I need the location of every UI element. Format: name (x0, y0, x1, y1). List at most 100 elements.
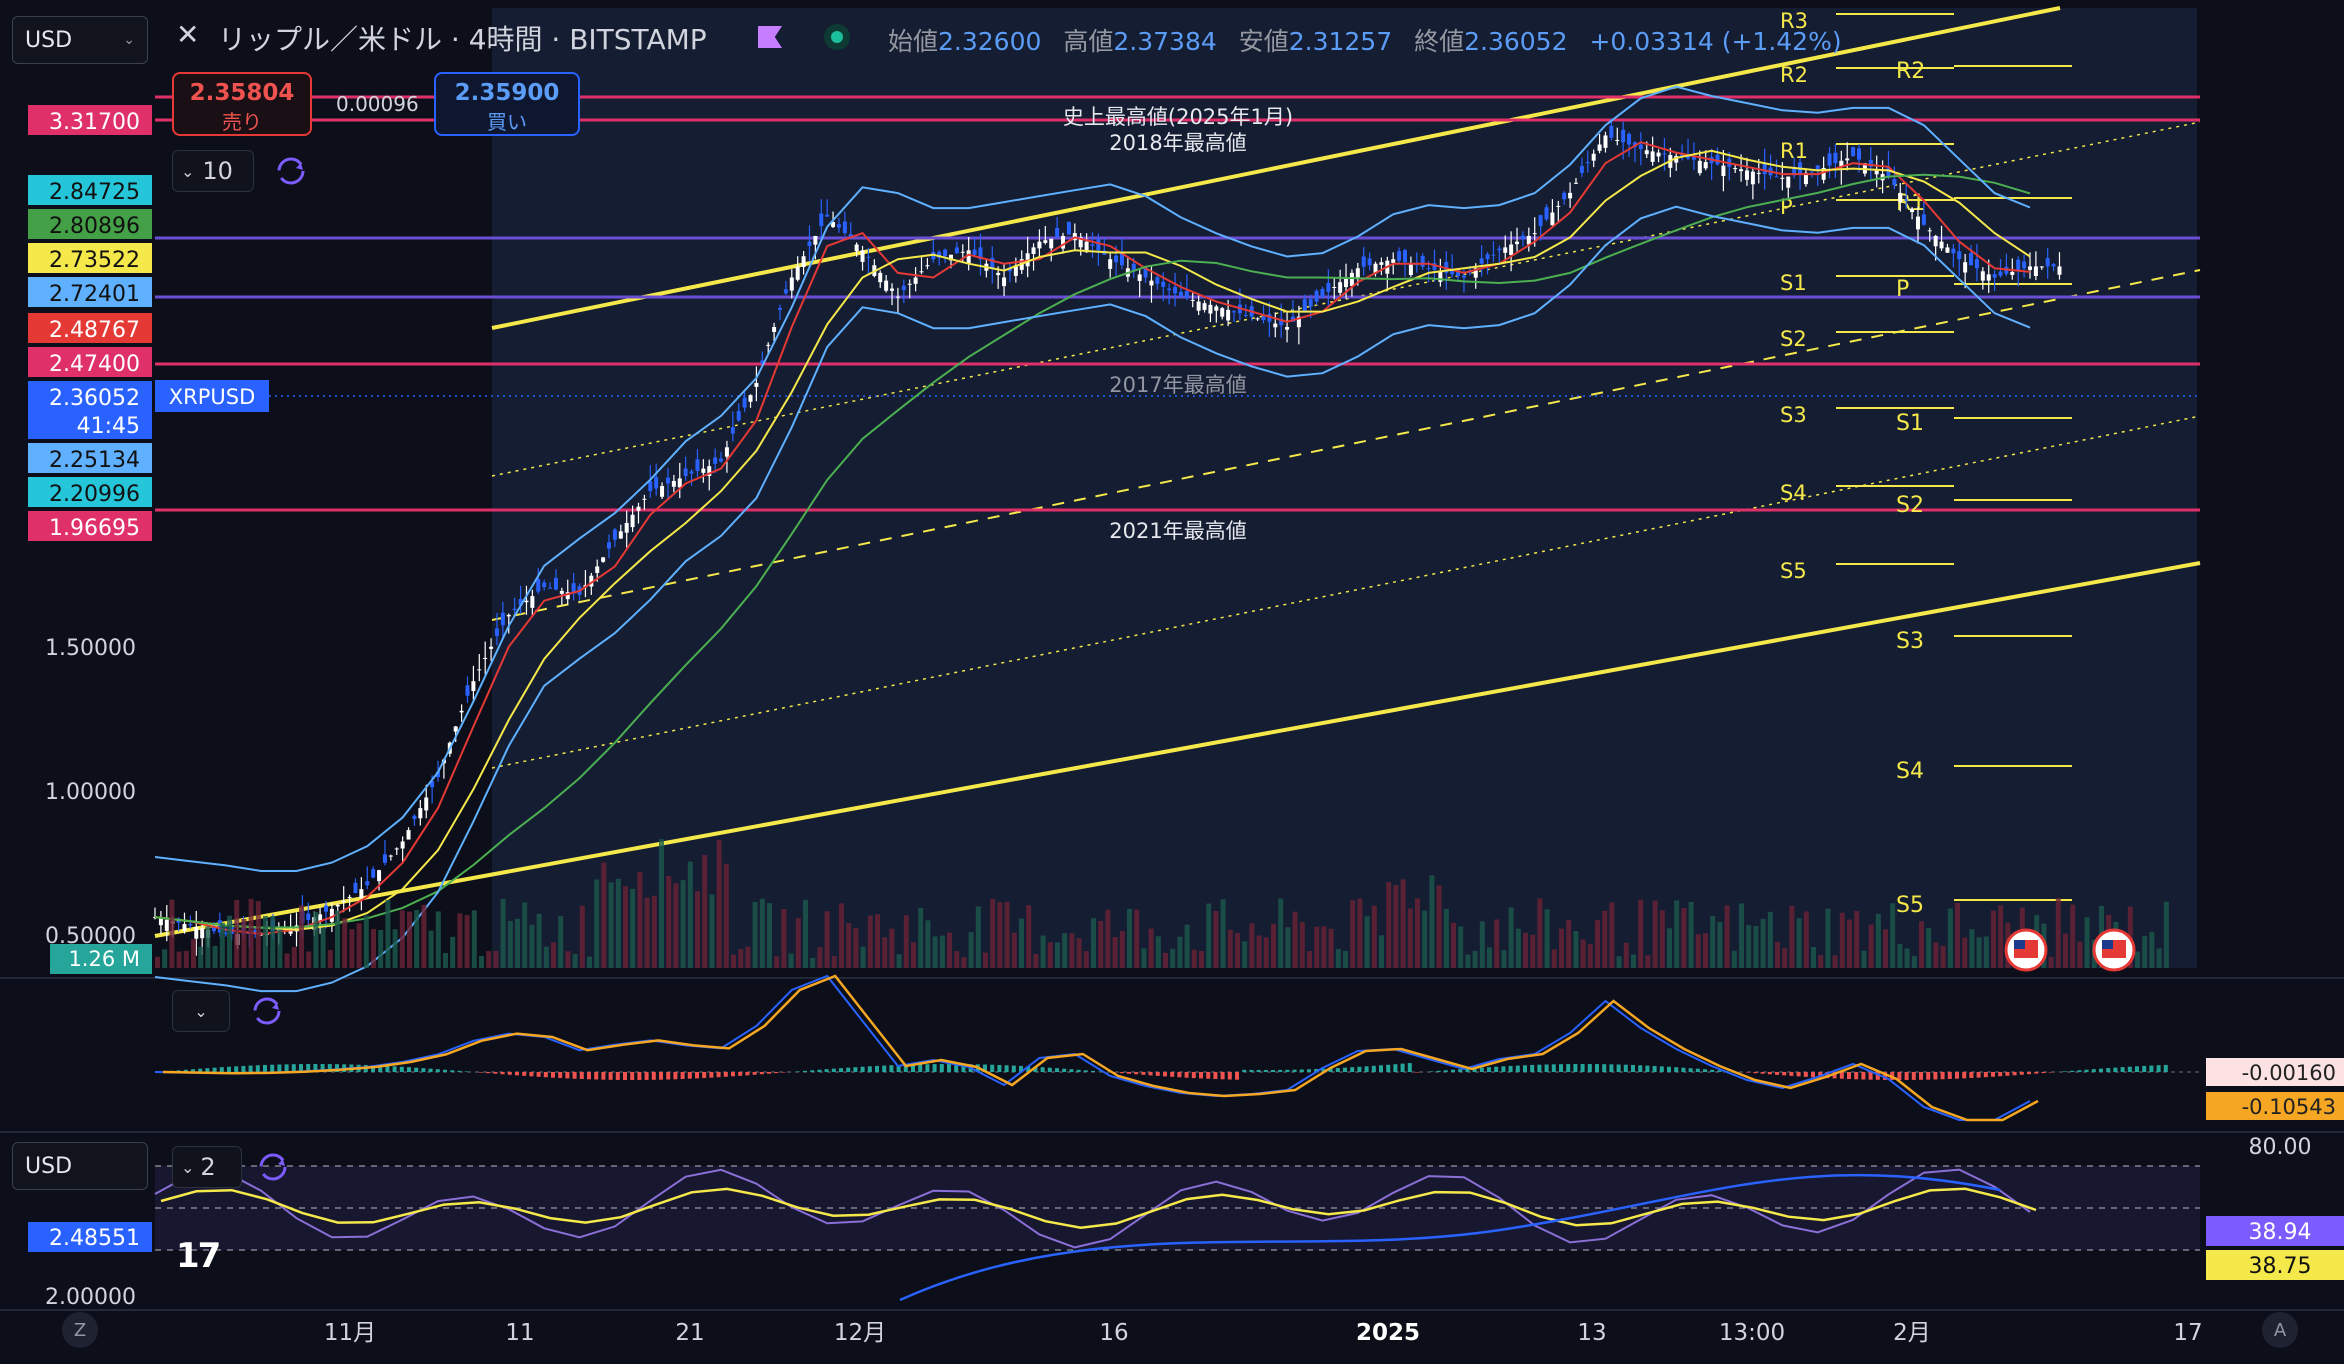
macd-histogram-bar (277, 1064, 282, 1072)
candle-body (1562, 192, 1567, 200)
macd-histogram-bar (1170, 1072, 1175, 1077)
pivot-label: R2 (1896, 59, 1925, 84)
candle-body (1479, 258, 1484, 264)
candle-body (895, 296, 900, 298)
candle-body (1526, 235, 1531, 245)
level-label: 2018年最高値 (1109, 131, 1246, 155)
macd-histogram-bar (1386, 1064, 1391, 1072)
macd-histogram-bar (1861, 1072, 1866, 1080)
candle-body (2028, 266, 2032, 270)
candle-body (742, 397, 747, 408)
candle-body (424, 797, 429, 811)
volume-bar (543, 946, 549, 968)
macd-histogram-bar (1436, 1070, 1441, 1072)
candle-body (188, 923, 193, 926)
refresh-icon[interactable] (274, 154, 308, 188)
macd-histogram-bar (1962, 1072, 1967, 1079)
macd-histogram-bar (1595, 1064, 1599, 1072)
candle-body (1951, 248, 1956, 254)
macd-histogram-bar (1083, 1070, 1088, 1072)
price-chart[interactable]: 史上最高値(2025年1月)2018年最高値2017年最高値2021年最高値R3… (0, 0, 2344, 1364)
candle-body (1485, 254, 1490, 260)
volume-bar (572, 954, 578, 968)
macd-histogram-bar (1854, 1072, 1859, 1080)
volume-bar (1134, 909, 1140, 968)
volume-bar (1839, 912, 1845, 968)
y-tick-label: 2.84725 (49, 180, 140, 205)
volume-bar (939, 935, 945, 968)
buy-button[interactable]: 2.35900 買い (434, 72, 580, 136)
sell-button[interactable]: 2.35804 売り (172, 72, 312, 136)
candle-body (607, 542, 612, 549)
volume-bar (954, 951, 960, 968)
volume-bar (1638, 899, 1644, 968)
candle-body (1579, 166, 1584, 173)
macd-histogram-bar (443, 1069, 447, 1072)
refresh-icon[interactable] (256, 1150, 290, 1184)
candle-body (1190, 299, 1195, 301)
x-tick-label: 13:00 (1719, 1320, 1785, 1346)
candle-body (778, 308, 782, 310)
macd-histogram-bar (2120, 1067, 2125, 1072)
volume-bar (1976, 937, 1982, 968)
volume-bar (839, 903, 844, 968)
macd-histogram-bar (1623, 1064, 1628, 1072)
candle-body (954, 247, 959, 254)
macd-histogram-bar (414, 1067, 419, 1072)
rsi-interval-selector[interactable]: ⌄ 2 (172, 1146, 242, 1188)
macd-histogram-bar (1703, 1069, 1707, 1072)
currency-selector[interactable]: USD ⌄ (12, 16, 148, 64)
macd-histogram-bar (255, 1065, 260, 1072)
volume-bar (1652, 900, 1658, 968)
macd-histogram-bar (450, 1070, 455, 1072)
macd-collapse-button[interactable]: ⌄ (172, 990, 230, 1032)
candle-body (1609, 125, 1614, 138)
macd-value-label: -0.00160 (2242, 1061, 2336, 1085)
volume-bar (500, 898, 506, 968)
candle-body (842, 221, 847, 234)
macd-histogram-bar (882, 1065, 887, 1072)
candle-body (2045, 258, 2050, 267)
candle-body (524, 600, 529, 603)
close-icon[interactable]: ✕ (176, 18, 199, 51)
macd-histogram-bar (666, 1072, 671, 1080)
zoom-icon[interactable]: Z (62, 1312, 98, 1348)
macd-histogram-bar (1256, 1069, 1261, 1072)
buy-label: 買い (487, 110, 527, 134)
us-flag-icon (2004, 928, 2048, 972)
volume-bar (702, 855, 708, 968)
refresh-icon[interactable] (250, 994, 284, 1028)
volume-bar (630, 888, 636, 968)
volume-bar (1335, 949, 1341, 968)
volume-bar (1105, 909, 1111, 968)
auto-scale-icon[interactable]: A (2262, 1312, 2298, 1348)
candle-body (1255, 318, 1260, 320)
level-label: 2021年最高値 (1109, 519, 1246, 543)
candle-body (789, 277, 794, 291)
candle-body (2033, 266, 2038, 276)
candle-body (548, 587, 553, 589)
volume-bar (1616, 956, 1622, 968)
macd-histogram-bar (2113, 1067, 2118, 1072)
volume-bar (515, 918, 520, 968)
macd-histogram-bar (1998, 1072, 2003, 1077)
candle-body (1515, 241, 1520, 245)
volume-bar (651, 895, 657, 968)
macd-histogram-bar (644, 1072, 649, 1080)
volume-bar (587, 956, 592, 968)
y-tick-label: 2.47400 (49, 352, 140, 377)
candle-body (1355, 268, 1360, 279)
osc-currency-selector[interactable]: USD (12, 1142, 148, 1190)
volume-bar (1364, 916, 1370, 968)
volume-bar (680, 880, 686, 968)
chevron-down-icon: ⌄ (194, 1001, 208, 1021)
macd-histogram-bar (1184, 1072, 1189, 1078)
candle-body (382, 854, 387, 863)
volume-bar (752, 901, 758, 968)
interval-selector[interactable]: ⌄ 10 (172, 150, 254, 192)
macd-histogram-bar (1933, 1072, 1938, 1080)
macd-histogram-bar (831, 1068, 836, 1072)
volume-bar (219, 922, 225, 968)
volume-bar (162, 949, 168, 968)
volume-bar (1220, 899, 1226, 968)
